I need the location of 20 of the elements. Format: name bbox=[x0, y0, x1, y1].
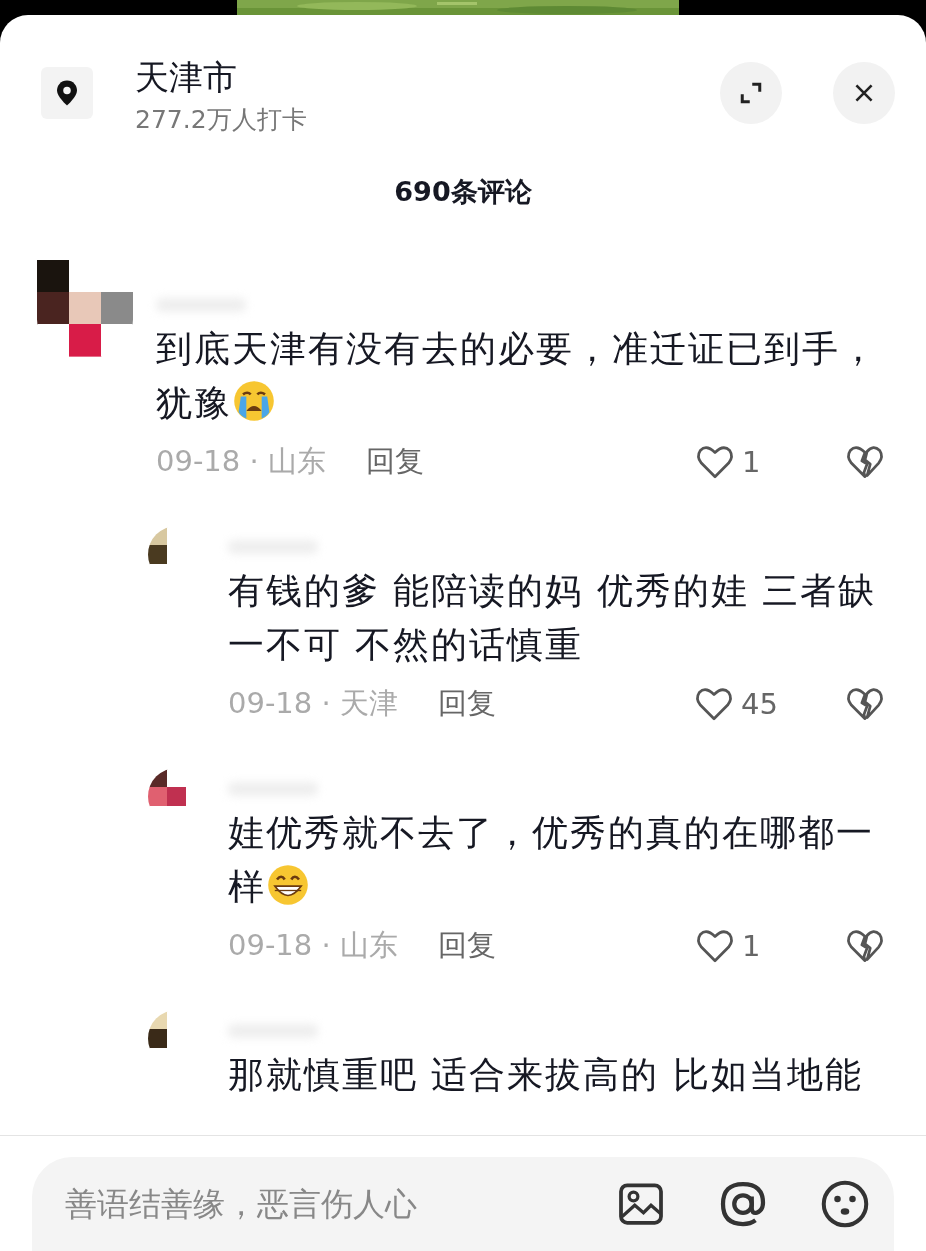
comment-date-region: 09-18 · 天津 bbox=[228, 685, 398, 722]
emoji-icon[interactable] bbox=[820, 1179, 870, 1229]
location-pin-icon bbox=[41, 67, 93, 119]
reply-button[interactable]: 回复 bbox=[365, 442, 424, 482]
location-title[interactable]: 天津市 bbox=[135, 55, 307, 99]
mention-icon[interactable] bbox=[718, 1179, 768, 1229]
checkin-count: 277.2万人打卡 bbox=[135, 104, 307, 136]
comment-text: 有钱的爹 能陪读的妈 优秀的娃 三者缺一不可 不然的话慎重 bbox=[228, 569, 878, 667]
comment-input[interactable]: 善语结善缘，恶言伤人心 bbox=[63, 1184, 564, 1224]
comment-count: 690条评论 bbox=[393, 175, 533, 209]
like-count: 1 bbox=[742, 929, 762, 963]
like-count: 1 bbox=[742, 445, 762, 479]
comment-text: 到底天津有没有去的必要，准迁证已到手，犹豫 bbox=[156, 327, 879, 425]
like-count: 45 bbox=[741, 687, 778, 721]
comment-text: 娃优秀就不去了，优秀的真的在哪都一样 bbox=[228, 811, 875, 909]
comment-date-region: 09-18 · 山东 bbox=[228, 927, 398, 964]
comment-text: 那就慎重吧 适合来拔高的 比如当地能 bbox=[228, 1053, 864, 1097]
reply-button[interactable]: 回复 bbox=[437, 684, 496, 724]
reply-button[interactable]: 回复 bbox=[437, 926, 496, 966]
comment-date-region: 09-18 · 山东 bbox=[156, 443, 326, 480]
